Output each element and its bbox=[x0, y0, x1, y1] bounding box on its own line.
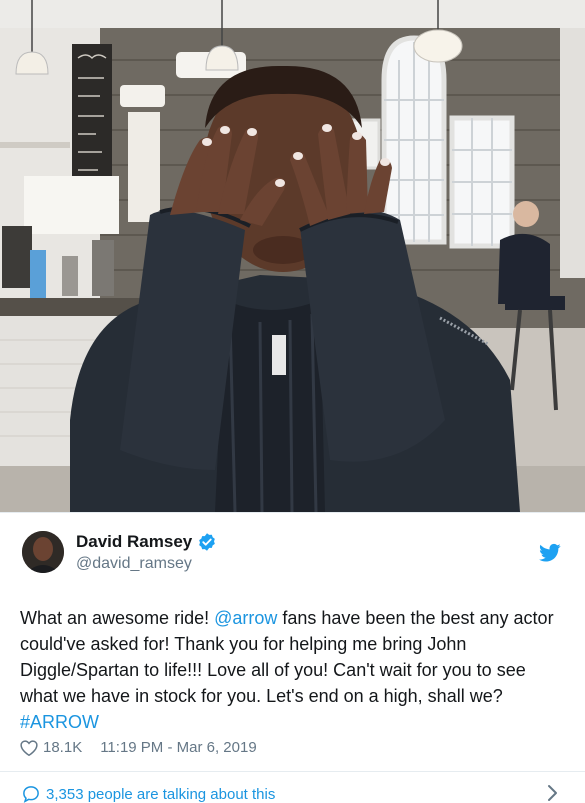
tweet-photo[interactable] bbox=[0, 0, 585, 512]
handle[interactable]: @david_ramsey bbox=[76, 555, 217, 573]
twitter-bird-icon[interactable] bbox=[539, 543, 561, 563]
tweet-card: David Ramsey @david_ramsey What an aweso… bbox=[0, 512, 585, 803]
avatar[interactable] bbox=[22, 531, 64, 573]
tweet-text: What an awesome ride! @arrow fans have b… bbox=[20, 605, 565, 735]
avatar-image bbox=[22, 531, 64, 573]
author-names: David Ramsey @david_ramsey bbox=[76, 532, 217, 573]
divider bbox=[0, 771, 585, 772]
chevron-right-icon[interactable] bbox=[547, 784, 559, 802]
timestamp[interactable]: 11:19 PM - Mar 6, 2019 bbox=[100, 739, 256, 756]
conversation-link[interactable]: 3,353 people are talking about this bbox=[22, 785, 275, 803]
speech-bubble-icon bbox=[23, 786, 39, 803]
like-count[interactable]: 18.1K bbox=[43, 739, 82, 756]
tweet-text-part1: What an awesome ride! bbox=[20, 608, 215, 628]
tweet-author[interactable]: David Ramsey @david_ramsey bbox=[22, 531, 217, 573]
display-name[interactable]: David Ramsey bbox=[76, 532, 192, 552]
tweet-meta: 18.1K 11:19 PM - Mar 6, 2019 bbox=[20, 739, 257, 756]
mention-link[interactable]: @arrow bbox=[214, 608, 277, 628]
hashtag-link[interactable]: #ARROW bbox=[20, 712, 99, 732]
verified-badge-icon bbox=[199, 532, 216, 551]
heart-icon[interactable] bbox=[20, 739, 38, 756]
cafe-photo-illustration bbox=[0, 0, 585, 512]
